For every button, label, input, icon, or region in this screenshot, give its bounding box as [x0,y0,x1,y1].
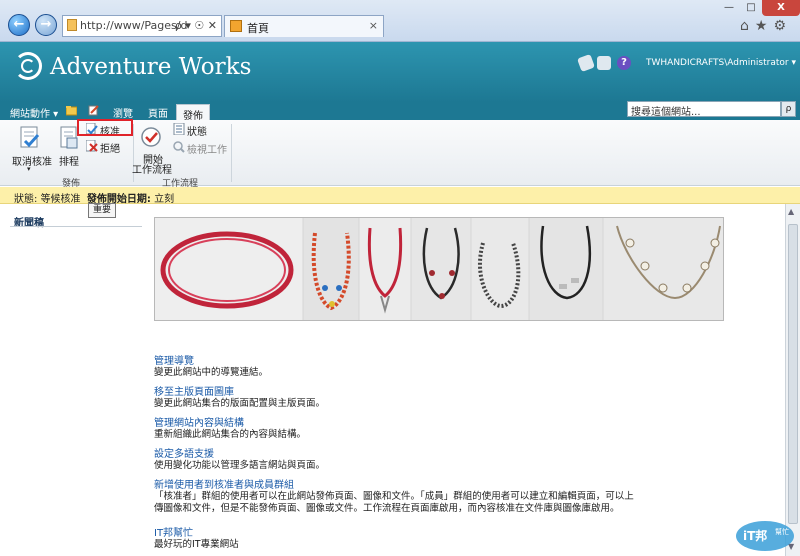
link-master-page-gallery: 移至主版頁面圖庫 變更此網站集合的版面配置與主版頁面。 [154,383,634,410]
schedule-button[interactable]: 排程 [59,153,79,168]
scrollbar-thumb[interactable] [788,224,798,524]
tab-browse[interactable]: 瀏覽 [113,105,133,120]
favicon-icon [230,20,242,32]
scrollbar[interactable]: ▲ ▼ [785,204,800,556]
back-button[interactable]: ← [8,14,30,36]
link-title[interactable]: 管理網站內容與結構 [154,418,244,429]
link-desc: 最好玩的IT專業網站 [154,539,239,550]
status-button[interactable]: 狀態 [187,123,207,138]
search-icon[interactable]: ρ [781,101,796,117]
notes-icon[interactable] [597,56,611,70]
site-header: Adventure Works ? TWHANDICRAFTS\Administ… [0,42,800,102]
folder-icon[interactable] [66,105,77,116]
reject-button[interactable]: 拒絕 [100,140,120,155]
page-icon [67,19,77,31]
link-title[interactable]: 設定多語支援 [154,449,214,460]
link-title[interactable]: 移至主版頁面圖庫 [154,387,234,398]
start-workflow-label-2[interactable]: 工作流程 [132,161,172,176]
product-banner-image [154,217,724,321]
cancel-approval-icon[interactable] [19,126,41,150]
link-title[interactable]: 管理導覽 [154,356,194,367]
search-input[interactable]: 搜尋這個網站... [627,101,781,118]
address-text: http://www/Pages/d [80,19,188,32]
logo-inner-icon [21,59,35,73]
edit-icon[interactable] [88,105,99,116]
browser-chrome: — □ X ← → http://www/Pages/d ρ ▾ ☉ ✕ 首頁 … [0,0,800,42]
help-icon[interactable]: ? [617,56,631,70]
link-title[interactable]: IT邦幫忙 [154,528,193,539]
link-desc: 變更此網站集合的版面配置與主版頁面。 [154,398,326,409]
link-desc: 變更此網站中的導覽連結。 [154,367,269,378]
status-bar: 狀態: 等候核准 發佈開始日期: 立刻 [0,187,800,205]
forward-button[interactable]: → [35,14,57,36]
home-favorites-tools-icons[interactable]: ⌂★⚙ [740,18,792,34]
necklace-photos [155,218,723,320]
ithome-watermark-logo: iT邦 幫忙 [736,521,794,551]
tab-publish[interactable]: 發佈 [176,104,210,122]
status-value: 等候核准 [40,194,81,205]
browser-tab[interactable]: 首頁 × [224,15,384,37]
link-add-users: 新增使用者到核准者與成員群組 「核准者」群組的使用者可以在此網站發佈頁面、圖像和… [154,476,634,515]
reject-icon[interactable] [86,140,98,152]
link-manage-navigation: 管理導覽 變更此網站中的導覽連結。 [154,352,634,379]
user-menu[interactable]: TWHANDICRAFTS\Administrator ▾ [646,58,796,68]
link-title[interactable]: 新增使用者到核准者與成員群組 [154,480,294,491]
link-desc: 使用變化功能以管理多語言網站與頁面。 [154,460,326,471]
cancel-approval-button[interactable]: 取消核准 [12,153,52,168]
tab-close-icon[interactable]: × [369,19,378,32]
workflow-icon[interactable] [140,126,162,150]
link-desc: 重新組織此網站集合的內容與結構。 [154,429,307,440]
chevron-down-icon[interactable]: ▾ [27,165,31,173]
svg-text:iT邦: iT邦 [743,528,767,543]
scroll-up-icon[interactable]: ▲ [788,207,794,216]
address-bar[interactable]: http://www/Pages/d ρ ▾ ☉ ✕ [62,15,222,37]
approve-highlight-box [77,119,133,136]
ribbon-separator [231,124,232,182]
site-title[interactable]: Adventure Works [50,54,251,80]
link-multilingual: 設定多語支援 使用變化功能以管理多語言網站與頁面。 [154,445,634,472]
svg-text:幫忙: 幫忙 [775,527,789,536]
link-manage-content: 管理網站內容與結構 重新組織此網站集合的內容與結構。 [154,414,634,441]
status-icon[interactable] [173,123,185,135]
site-actions-menu[interactable]: 網站動作 ▾ [10,105,58,120]
publish-start-value: 立刻 [154,194,175,205]
status-label: 狀態: [14,194,38,205]
address-tools[interactable]: ρ ▾ ☉ ✕ [175,19,217,32]
tab-page[interactable]: 頁面 [148,105,168,120]
link-ithome: IT邦幫忙 最好玩的IT專業網站 [154,524,634,551]
view-tasks-button[interactable]: 檢視工作 [187,141,227,156]
left-nav-divider [10,226,142,227]
view-tasks-icon[interactable] [173,141,185,153]
link-desc: 「核准者」群組的使用者可以在此網站發佈頁面、圖像和文件。「成員」群組的使用者可以… [154,491,634,514]
minimize-button[interactable]: — [718,0,740,16]
close-window-button[interactable]: X [762,0,800,16]
tag-icon[interactable] [577,54,595,72]
maximize-button[interactable]: □ [740,0,762,16]
tooltip: 重要 [88,203,116,218]
tab-title: 首頁 [247,22,269,35]
